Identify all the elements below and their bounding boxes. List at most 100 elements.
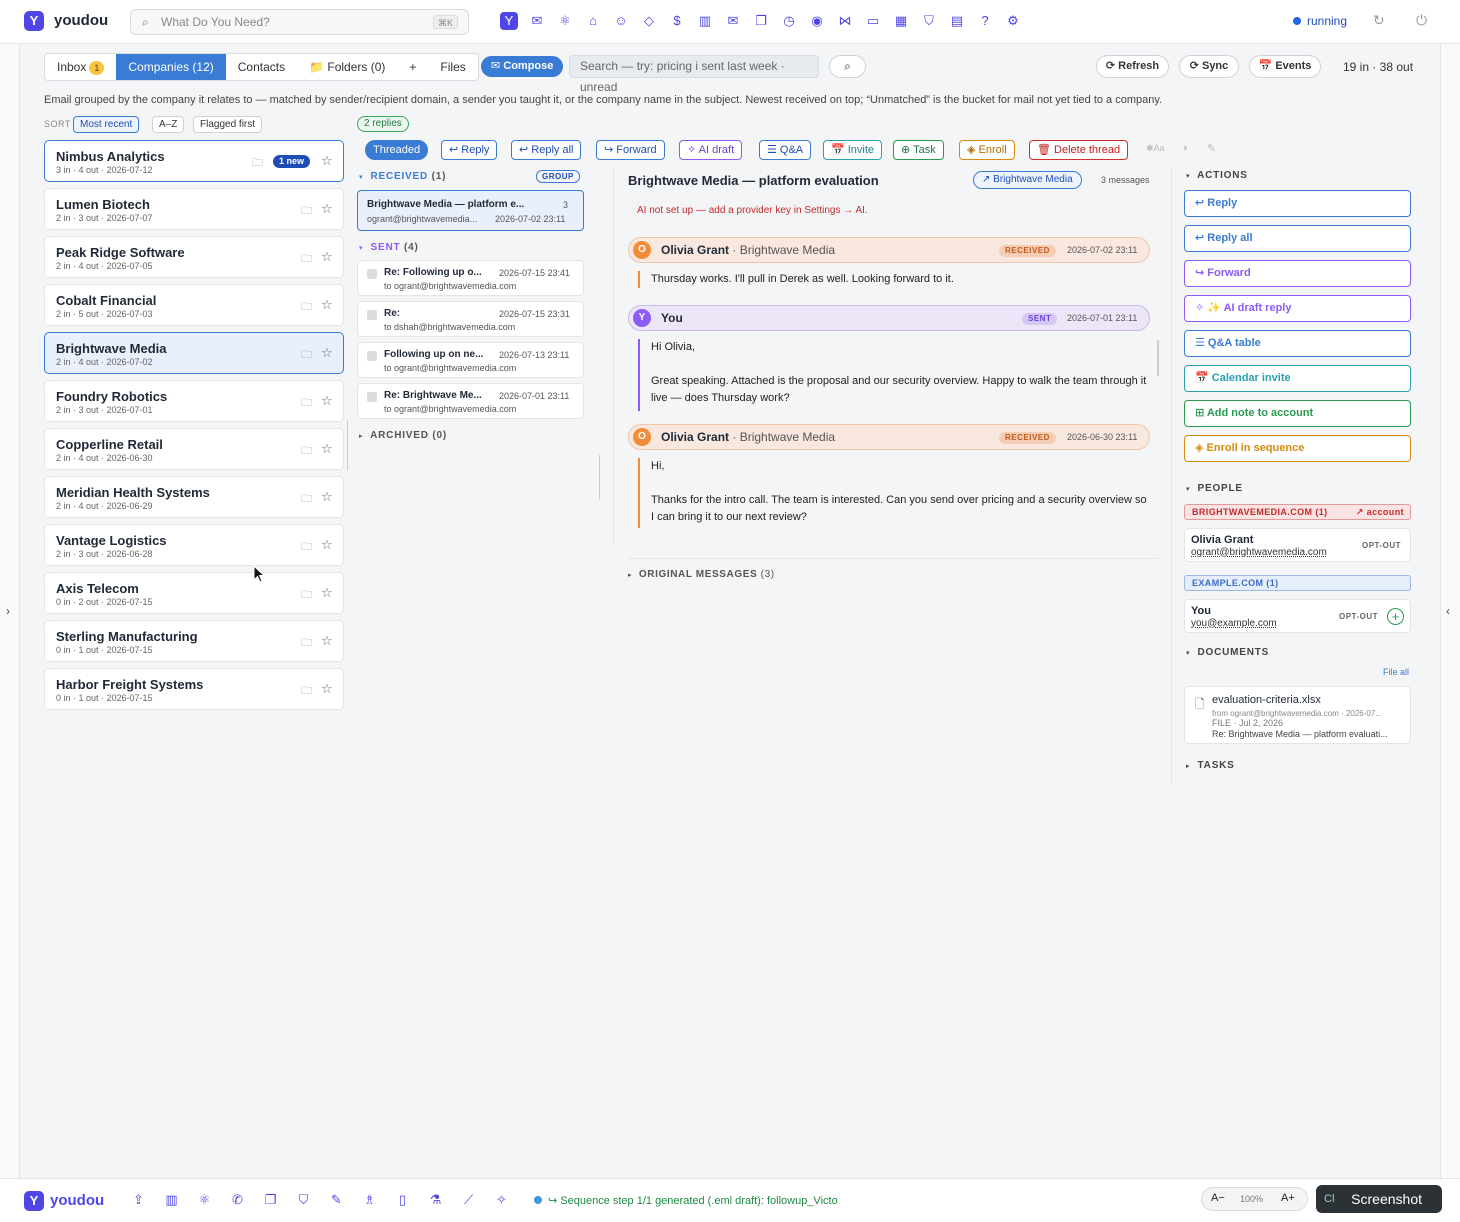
sort-most-recent[interactable]: Most recent (73, 116, 140, 133)
atom-icon[interactable]: ⚛ (556, 12, 574, 30)
company-item[interactable]: Copperline Retail 2 in · 4 out · 2026-06-… (44, 428, 344, 470)
threaded-toggle[interactable]: Threaded (365, 140, 429, 160)
calendar-icon[interactable]: ▦ (892, 12, 910, 30)
global-search-input[interactable]: ⌕ What Do You Need? ⌘K (130, 9, 469, 35)
add-person-icon[interactable]: + (1387, 608, 1404, 625)
original-messages-toggle[interactable]: ▸ ORIGINAL MESSAGES (3) (628, 569, 775, 580)
pen-icon[interactable]: ✎ (1207, 142, 1216, 155)
tab-add[interactable]: + (397, 54, 428, 80)
forward-button[interactable]: ↪ Forward (596, 140, 665, 160)
reply-button[interactable]: ↩ Reply (441, 140, 498, 160)
action-button[interactable]: ✧ ✨ AI draft reply (1184, 295, 1411, 322)
folder-icon[interactable]: 🗀 (252, 154, 263, 173)
company-item[interactable]: Lumen Biotech 2 in · 3 out · 2026-07-07 🗀 ☆ (44, 188, 344, 230)
ai-warning[interactable]: AI not set up — add a provider key in Se… (628, 198, 1154, 224)
contrast-icon[interactable]: ◑ (1181, 142, 1188, 154)
screenshot-button[interactable]: Cl Screenshot (1316, 1185, 1442, 1213)
star-icon[interactable]: ☆ (321, 153, 333, 169)
star-icon[interactable]: ☆ (321, 633, 333, 649)
opt-out-toggle[interactable]: OPT-OUT (1339, 612, 1378, 621)
star-icon[interactable]: ☆ (321, 201, 333, 217)
folder-icon[interactable]: 🗀 (301, 202, 312, 221)
ai-draft-button[interactable]: ✧ AI draft (679, 140, 743, 160)
star-icon[interactable]: ☆ (321, 585, 333, 601)
tab-files[interactable]: Files (428, 54, 477, 80)
star-icon[interactable]: ☆ (321, 249, 333, 265)
people-section-header[interactable]: ▾ PEOPLE (1186, 483, 1243, 494)
message-header[interactable]: O Olivia Grant · Brightwave Media RECEIV… (628, 237, 1150, 263)
chat-icon[interactable]: ▭ (864, 12, 882, 30)
folder-icon[interactable]: 🗀 (301, 298, 312, 317)
folder-icon[interactable]: 🗀 (301, 538, 312, 557)
person-email[interactable]: you@example.com (1191, 618, 1277, 629)
left-collapse-strip[interactable] (0, 44, 20, 1178)
group-toggle[interactable]: GROUP (536, 170, 580, 183)
diamond-icon[interactable]: ◇ (640, 12, 658, 30)
bank-icon[interactable]: ⌂ (584, 12, 602, 30)
folder-icon[interactable]: 🗀 (301, 346, 312, 365)
chart-icon[interactable]: ▥ (696, 12, 714, 30)
folder-icon[interactable]: 🗀 (301, 394, 312, 413)
action-button[interactable]: ↪ Forward (1184, 260, 1411, 287)
gear-icon[interactable]: ⚙ (1004, 12, 1022, 30)
sort-a-z[interactable]: A–Z (152, 116, 185, 133)
archived-section-header[interactable]: ▸ ARCHIVED (0) (359, 430, 447, 441)
flask-icon[interactable]: ⚗ (425, 1192, 446, 1208)
action-button[interactable]: ◈ Enroll in sequence (1184, 435, 1411, 462)
dollar-icon[interactable]: $ (668, 12, 686, 30)
sparkle-icon[interactable]: ✧ (491, 1192, 512, 1208)
star-icon[interactable]: ☆ (321, 393, 333, 409)
company-item[interactable]: Cobalt Financial 2 in · 5 out · 2026-07-0… (44, 284, 344, 326)
inbox-icon[interactable]: ✉ (528, 12, 546, 30)
reload-icon[interactable]: ↻ (1373, 12, 1385, 29)
action-button[interactable]: ↩ Reply (1184, 190, 1411, 217)
file-all-link[interactable]: File all (1383, 667, 1409, 677)
action-button[interactable]: 📅 Calendar invite (1184, 365, 1411, 392)
tab-folders[interactable]: 📁 Folders (0) (297, 54, 397, 80)
search-button[interactable]: ⌕ (829, 55, 866, 78)
zoom-out-button[interactable]: A− (1211, 1192, 1225, 1204)
message-header[interactable]: Y You SENT 2026-07-01 23:11 (628, 305, 1150, 331)
app-logo[interactable]: Y (24, 11, 44, 31)
company-item[interactable]: Axis Telecom 0 in · 2 out · 2026-07-15 🗀 ☆ (44, 572, 344, 614)
shield-icon[interactable]: ⛉ (293, 1192, 314, 1208)
person-email[interactable]: ogrant@brightwavemedia.com (1191, 547, 1327, 558)
company-item[interactable]: Vantage Logistics 2 in · 3 out · 2026-06-… (44, 524, 344, 566)
folder-icon[interactable]: 🗀 (301, 490, 312, 509)
mail-icon[interactable]: ✉ (724, 12, 742, 30)
enroll-button[interactable]: ◈ Enroll (959, 140, 1015, 160)
power-icon[interactable]: ⏻ (1416, 12, 1427, 29)
folder-icon[interactable]: 🗀 (301, 682, 312, 701)
clipboard-icon[interactable]: ▤ (948, 12, 966, 30)
star-icon[interactable]: ☆ (321, 441, 333, 457)
mail-search-input[interactable]: Search — try: pricing i sent last week ·… (569, 55, 819, 94)
copy-icon[interactable]: ❐ (752, 12, 770, 30)
delete-thread-button[interactable]: 🗑 Delete thread (1029, 140, 1129, 160)
company-item[interactable]: Harbor Freight Systems 0 in · 1 out · 202… (44, 668, 344, 710)
company-item[interactable]: Meridian Health Systems 2 in · 4 out · 20… (44, 476, 344, 518)
thread-item[interactable]: Re: 2026-07-15 23:31 to dshah@brightwaveme… (357, 301, 584, 337)
action-button[interactable]: ☰ Q&A table (1184, 330, 1411, 357)
star-icon[interactable]: ☆ (321, 297, 333, 313)
thread-item[interactable]: Re: Following up o... 2026-07-15 23:41 to … (357, 260, 584, 296)
clock-icon[interactable]: ◷ (780, 12, 798, 30)
action-button[interactable]: ⊞ Add note to account (1184, 400, 1411, 427)
bottle-icon[interactable]: ♗ (359, 1192, 380, 1208)
company-item[interactable]: Nimbus Analytics 3 in · 4 out · 2026-07-1… (44, 140, 344, 182)
resize-handle[interactable] (599, 455, 600, 500)
qa-button[interactable]: ☰ Q&A (759, 140, 812, 160)
atom-icon[interactable]: ⚛ (194, 1192, 215, 1208)
thread-item[interactable]: Brightwave Media — platform e... 3 ogran… (357, 190, 584, 231)
shield-icon[interactable]: ⛉ (920, 12, 938, 30)
company-tag[interactable]: ↗ Brightwave Media (973, 171, 1082, 189)
chevron-right-icon[interactable]: › (6, 604, 10, 618)
reply-all-button[interactable]: ↩ Reply all (511, 140, 582, 160)
copy-icon[interactable]: ❐ (260, 1192, 281, 1208)
line-chart-icon[interactable]: ⟋ (458, 1192, 479, 1208)
account-link[interactable]: ↗ account (1356, 505, 1404, 519)
zoom-in-button[interactable]: A+ (1281, 1192, 1295, 1204)
company-item[interactable]: Peak Ridge Software 2 in · 4 out · 2026-0… (44, 236, 344, 278)
refresh-button[interactable]: ⟳ Refresh (1096, 55, 1169, 78)
resize-handle[interactable] (347, 420, 348, 470)
folder-icon[interactable]: 🗀 (301, 250, 312, 269)
